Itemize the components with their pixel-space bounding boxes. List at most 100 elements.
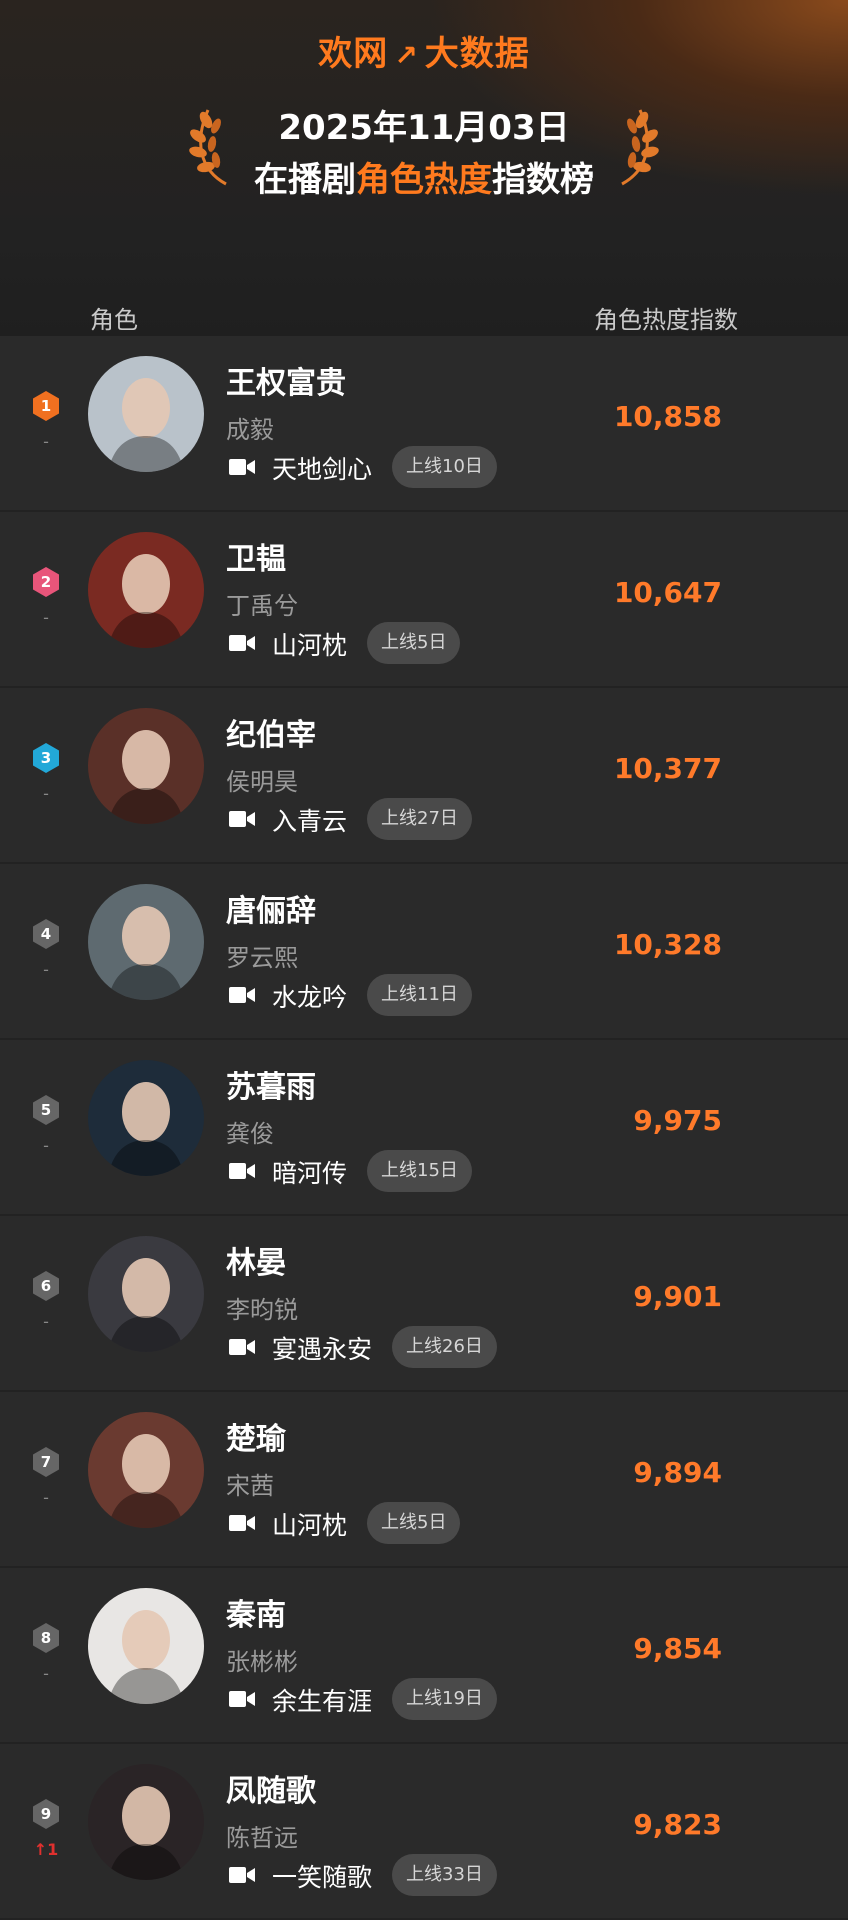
ranking-row[interactable]: 7 - 楚瑜 宋茜 山河枕 上线5日 9,894 xyxy=(0,1392,848,1568)
ranking-row[interactable]: 9 ↑1 凤随歌 陈哲远 一笑随歌 上线33日 9,823 xyxy=(0,1744,848,1920)
brand-left: 欢网 xyxy=(318,34,389,74)
rank-change: - xyxy=(43,1664,49,1683)
avatar[interactable] xyxy=(88,1060,204,1176)
online-days-badge: 上线27日 xyxy=(367,798,472,840)
heat-index-score: 10,647 xyxy=(613,576,722,609)
actor-name: 陈哲远 xyxy=(226,1824,298,1852)
rank-number: 5 xyxy=(40,1101,52,1119)
avatar[interactable] xyxy=(88,884,204,1000)
character-name: 凤随歌 xyxy=(226,1774,316,1809)
drama-title[interactable]: 一笑随歌 xyxy=(272,1858,372,1894)
heat-index-score: 10,328 xyxy=(613,928,722,961)
drama-title[interactable]: 水龙吟 xyxy=(272,978,347,1014)
video-camera-icon xyxy=(229,635,255,651)
rank-change: - xyxy=(43,1312,49,1331)
ranking-row[interactable]: 8 - 秦南 张彬彬 余生有涯 上线19日 9,854 xyxy=(0,1568,848,1744)
actor-name: 李昀锐 xyxy=(226,1296,298,1324)
ranking-row[interactable]: 6 - 林晏 李昀锐 宴遇永安 上线26日 9,901 xyxy=(0,1216,848,1392)
video-camera-icon xyxy=(229,1515,255,1531)
header: 欢网 ↗ 大数据 2025年11月03日 在播剧角色热度指数榜 角色 角色热度指数 xyxy=(0,0,848,336)
rank-number: 7 xyxy=(40,1453,52,1471)
avatar[interactable] xyxy=(88,1236,204,1352)
online-days-badge: 上线11日 xyxy=(367,974,472,1016)
video-camera-icon xyxy=(229,1691,255,1707)
portrait-image xyxy=(88,708,204,824)
character-name: 纪伯宰 xyxy=(226,718,316,753)
heat-index-score: 10,377 xyxy=(613,752,722,785)
drama-title[interactable]: 山河枕 xyxy=(272,1506,347,1542)
brand-logo: 欢网 ↗ 大数据 xyxy=(0,26,848,75)
online-days-badge: 上线5日 xyxy=(367,622,461,664)
chart-date: 2025年11月03日 xyxy=(278,108,570,148)
character-name: 王权富贵 xyxy=(226,366,346,401)
actor-name: 侯明昊 xyxy=(226,768,298,796)
video-camera-icon xyxy=(229,987,255,1003)
rank-medal: 1 xyxy=(30,390,62,422)
avatar[interactable] xyxy=(88,708,204,824)
rank-change: ↑1 xyxy=(33,1840,59,1859)
heat-index-score: 9,975 xyxy=(633,1104,722,1137)
ranking-list: 1 - 王权富贵 成毅 天地剑心 上线10日 10,858 2 - 卫韫 丁禹兮… xyxy=(0,336,848,1920)
video-camera-icon xyxy=(229,459,255,475)
actor-name: 罗云熙 xyxy=(226,944,298,972)
drama-title[interactable]: 暗河传 xyxy=(272,1154,347,1190)
online-days-badge: 上线5日 xyxy=(367,1502,461,1544)
avatar[interactable] xyxy=(88,1588,204,1704)
portrait-image xyxy=(88,1236,204,1352)
rank-change: - xyxy=(43,432,49,451)
character-name: 苏暮雨 xyxy=(226,1070,316,1105)
rank-medal: 8 xyxy=(30,1622,62,1654)
online-days-badge: 上线19日 xyxy=(392,1678,497,1720)
portrait-image xyxy=(88,356,204,472)
video-camera-icon xyxy=(229,1867,255,1883)
actor-name: 龚俊 xyxy=(226,1120,274,1148)
column-header-role: 角色 xyxy=(90,306,138,334)
rank-medal: 7 xyxy=(30,1446,62,1478)
drama-title[interactable]: 宴遇永安 xyxy=(272,1330,372,1366)
actor-name: 成毅 xyxy=(226,416,274,444)
online-days-badge: 上线15日 xyxy=(367,1150,472,1192)
portrait-image xyxy=(88,1412,204,1528)
heat-index-score: 9,901 xyxy=(633,1280,722,1313)
rank-medal: 5 xyxy=(30,1094,62,1126)
actor-name: 丁禹兮 xyxy=(226,592,298,620)
rank-change: - xyxy=(43,608,49,627)
character-name: 卫韫 xyxy=(226,542,286,577)
online-days-badge: 上线10日 xyxy=(392,446,497,488)
rank-medal: 6 xyxy=(30,1270,62,1302)
rank-number: 8 xyxy=(40,1629,52,1647)
ranking-row[interactable]: 4 - 唐俪辞 罗云熙 水龙吟 上线11日 10,328 xyxy=(0,864,848,1040)
drama-title[interactable]: 余生有涯 xyxy=(272,1682,372,1718)
online-days-badge: 上线26日 xyxy=(392,1326,497,1368)
column-header-index: 角色热度指数 xyxy=(594,306,738,334)
rank-change: - xyxy=(43,1488,49,1507)
portrait-image xyxy=(88,532,204,648)
heat-index-score: 10,858 xyxy=(613,400,722,433)
rank-number: 4 xyxy=(40,925,52,943)
avatar[interactable] xyxy=(88,532,204,648)
drama-title[interactable]: 山河枕 xyxy=(272,626,347,662)
video-camera-icon xyxy=(229,811,255,827)
rank-number: 1 xyxy=(40,397,52,415)
rank-number: 9 xyxy=(40,1805,52,1823)
rank-medal: 2 xyxy=(30,566,62,598)
actor-name: 宋茜 xyxy=(226,1472,274,1500)
ranking-row[interactable]: 5 - 苏暮雨 龚俊 暗河传 上线15日 9,975 xyxy=(0,1040,848,1216)
avatar[interactable] xyxy=(88,1412,204,1528)
rank-number: 2 xyxy=(40,573,52,591)
ranking-row[interactable]: 2 - 卫韫 丁禹兮 山河枕 上线5日 10,647 xyxy=(0,512,848,688)
trend-arrow-icon: ↗ xyxy=(394,39,419,72)
portrait-image xyxy=(88,1764,204,1880)
drama-title[interactable]: 入青云 xyxy=(272,802,347,838)
avatar[interactable] xyxy=(88,356,204,472)
video-camera-icon xyxy=(229,1163,255,1179)
ranking-row[interactable]: 1 - 王权富贵 成毅 天地剑心 上线10日 10,858 xyxy=(0,336,848,512)
portrait-image xyxy=(88,1588,204,1704)
brand-right: 大数据 xyxy=(424,34,530,74)
character-name: 秦南 xyxy=(226,1598,286,1633)
ranking-row[interactable]: 3 - 纪伯宰 侯明昊 入青云 上线27日 10,377 xyxy=(0,688,848,864)
drama-title[interactable]: 天地剑心 xyxy=(272,450,372,486)
avatar[interactable] xyxy=(88,1764,204,1880)
character-name: 林晏 xyxy=(226,1246,286,1281)
portrait-image xyxy=(88,1060,204,1176)
